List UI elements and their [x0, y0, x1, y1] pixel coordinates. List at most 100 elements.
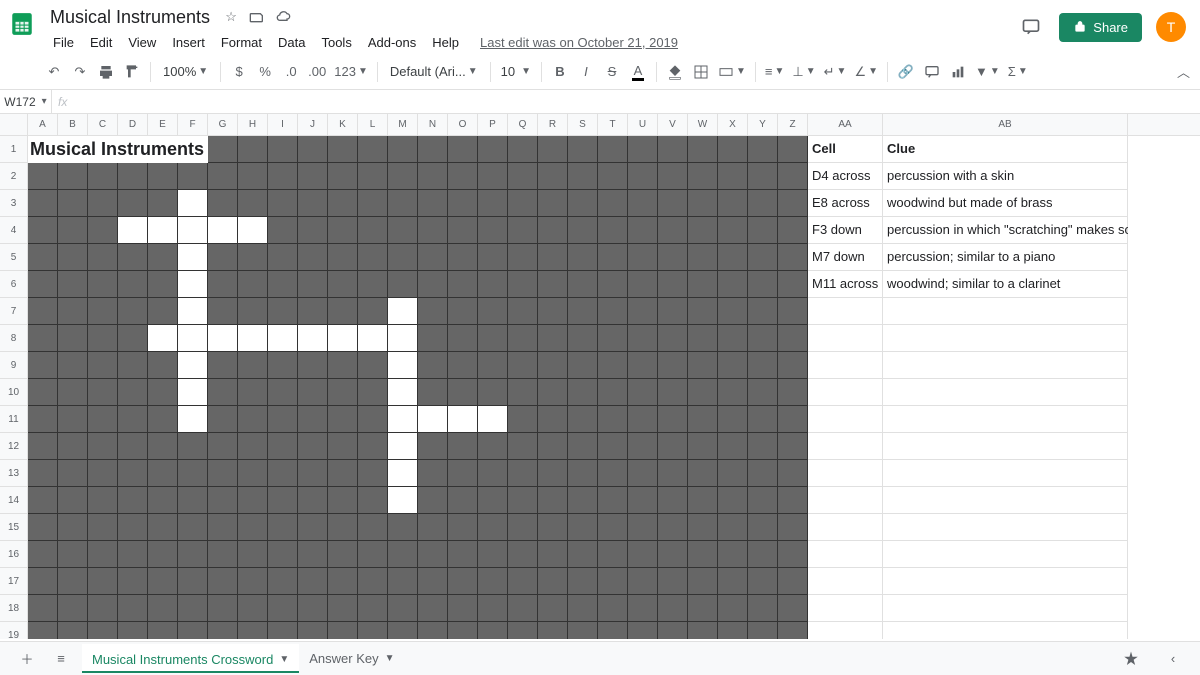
- cell-V15[interactable]: [658, 514, 688, 541]
- cell-V16[interactable]: [658, 541, 688, 568]
- cell-G8[interactable]: [208, 325, 238, 352]
- cell-S18[interactable]: [568, 595, 598, 622]
- cell-Z16[interactable]: [778, 541, 808, 568]
- cell-W8[interactable]: [688, 325, 718, 352]
- cell-B9[interactable]: [58, 352, 88, 379]
- cell-J10[interactable]: [298, 379, 328, 406]
- cell-F12[interactable]: [178, 433, 208, 460]
- cell-B18[interactable]: [58, 595, 88, 622]
- cell-J18[interactable]: [298, 595, 328, 622]
- cell-S2[interactable]: [568, 163, 598, 190]
- cell-R1[interactable]: [538, 136, 568, 163]
- row-header-2[interactable]: 2: [0, 163, 27, 190]
- cell-A5[interactable]: [28, 244, 58, 271]
- cell-Z12[interactable]: [778, 433, 808, 460]
- cell-O4[interactable]: [448, 217, 478, 244]
- cell-B4[interactable]: [58, 217, 88, 244]
- cell-AB16[interactable]: [883, 541, 1128, 568]
- cell-H4[interactable]: [238, 217, 268, 244]
- cell-M16[interactable]: [388, 541, 418, 568]
- cell-L15[interactable]: [358, 514, 388, 541]
- cell-G4[interactable]: [208, 217, 238, 244]
- functions-icon[interactable]: Σ▼: [1005, 59, 1031, 85]
- col-header-G[interactable]: G: [208, 114, 238, 135]
- increase-decimal-icon[interactable]: .00: [305, 59, 329, 85]
- cell-I1[interactable]: [268, 136, 298, 163]
- cell-V11[interactable]: [658, 406, 688, 433]
- decrease-decimal-icon[interactable]: .0: [279, 59, 303, 85]
- cell-R11[interactable]: [538, 406, 568, 433]
- cell-Q15[interactable]: [508, 514, 538, 541]
- cell-F13[interactable]: [178, 460, 208, 487]
- cell-D10[interactable]: [118, 379, 148, 406]
- cell-K2[interactable]: [328, 163, 358, 190]
- cell-I9[interactable]: [268, 352, 298, 379]
- cell-G9[interactable]: [208, 352, 238, 379]
- col-header-N[interactable]: N: [418, 114, 448, 135]
- cell-C9[interactable]: [88, 352, 118, 379]
- cell-M7[interactable]: [388, 298, 418, 325]
- cell-Z17[interactable]: [778, 568, 808, 595]
- cell-B3[interactable]: [58, 190, 88, 217]
- cell-Y6[interactable]: [748, 271, 778, 298]
- menu-view[interactable]: View: [121, 32, 163, 53]
- filter-icon[interactable]: ▼▼: [972, 59, 1003, 85]
- cell-P16[interactable]: [478, 541, 508, 568]
- cell-Z5[interactable]: [778, 244, 808, 271]
- cell-A8[interactable]: [28, 325, 58, 352]
- fill-color-icon[interactable]: [663, 59, 687, 85]
- cell-I8[interactable]: [268, 325, 298, 352]
- row-header-17[interactable]: 17: [0, 568, 27, 595]
- cell-S4[interactable]: [568, 217, 598, 244]
- col-header-S[interactable]: S: [568, 114, 598, 135]
- cell-H2[interactable]: [238, 163, 268, 190]
- all-sheets-icon[interactable]: ≡: [48, 646, 74, 672]
- cell-O15[interactable]: [448, 514, 478, 541]
- cell-W4[interactable]: [688, 217, 718, 244]
- cell-T4[interactable]: [598, 217, 628, 244]
- cell-F3[interactable]: [178, 190, 208, 217]
- cell-T15[interactable]: [598, 514, 628, 541]
- cell-M9[interactable]: [388, 352, 418, 379]
- cell-W6[interactable]: [688, 271, 718, 298]
- last-edit-link[interactable]: Last edit was on October 21, 2019: [480, 35, 678, 50]
- cell-G18[interactable]: [208, 595, 238, 622]
- cell-J1[interactable]: [298, 136, 328, 163]
- cell-X5[interactable]: [718, 244, 748, 271]
- cell-X1[interactable]: [718, 136, 748, 163]
- cell-T18[interactable]: [598, 595, 628, 622]
- cell-C3[interactable]: [88, 190, 118, 217]
- cell-O10[interactable]: [448, 379, 478, 406]
- cell-P2[interactable]: [478, 163, 508, 190]
- cell-X7[interactable]: [718, 298, 748, 325]
- cell-U4[interactable]: [628, 217, 658, 244]
- cell-Z18[interactable]: [778, 595, 808, 622]
- row-header-7[interactable]: 7: [0, 298, 27, 325]
- col-header-C[interactable]: C: [88, 114, 118, 135]
- col-header-O[interactable]: O: [448, 114, 478, 135]
- rotate-icon[interactable]: ∠▼: [851, 59, 881, 85]
- cell-S9[interactable]: [568, 352, 598, 379]
- col-header-Y[interactable]: Y: [748, 114, 778, 135]
- cell-Z11[interactable]: [778, 406, 808, 433]
- row-header-16[interactable]: 16: [0, 541, 27, 568]
- cell-H19[interactable]: [238, 622, 268, 639]
- col-header-U[interactable]: U: [628, 114, 658, 135]
- cell-V10[interactable]: [658, 379, 688, 406]
- cell-K11[interactable]: [328, 406, 358, 433]
- redo-icon[interactable]: ↷: [68, 59, 92, 85]
- cell-P18[interactable]: [478, 595, 508, 622]
- cell-J16[interactable]: [298, 541, 328, 568]
- cell-P10[interactable]: [478, 379, 508, 406]
- cell-C7[interactable]: [88, 298, 118, 325]
- cell-J13[interactable]: [298, 460, 328, 487]
- row-header-19[interactable]: 19: [0, 622, 27, 639]
- font-select[interactable]: Default (Ari...▼: [384, 64, 484, 79]
- cell-O13[interactable]: [448, 460, 478, 487]
- cell-U14[interactable]: [628, 487, 658, 514]
- paint-format-icon[interactable]: [120, 59, 144, 85]
- cell-E15[interactable]: [148, 514, 178, 541]
- cell-Y1[interactable]: [748, 136, 778, 163]
- cell-W11[interactable]: [688, 406, 718, 433]
- cell-I15[interactable]: [268, 514, 298, 541]
